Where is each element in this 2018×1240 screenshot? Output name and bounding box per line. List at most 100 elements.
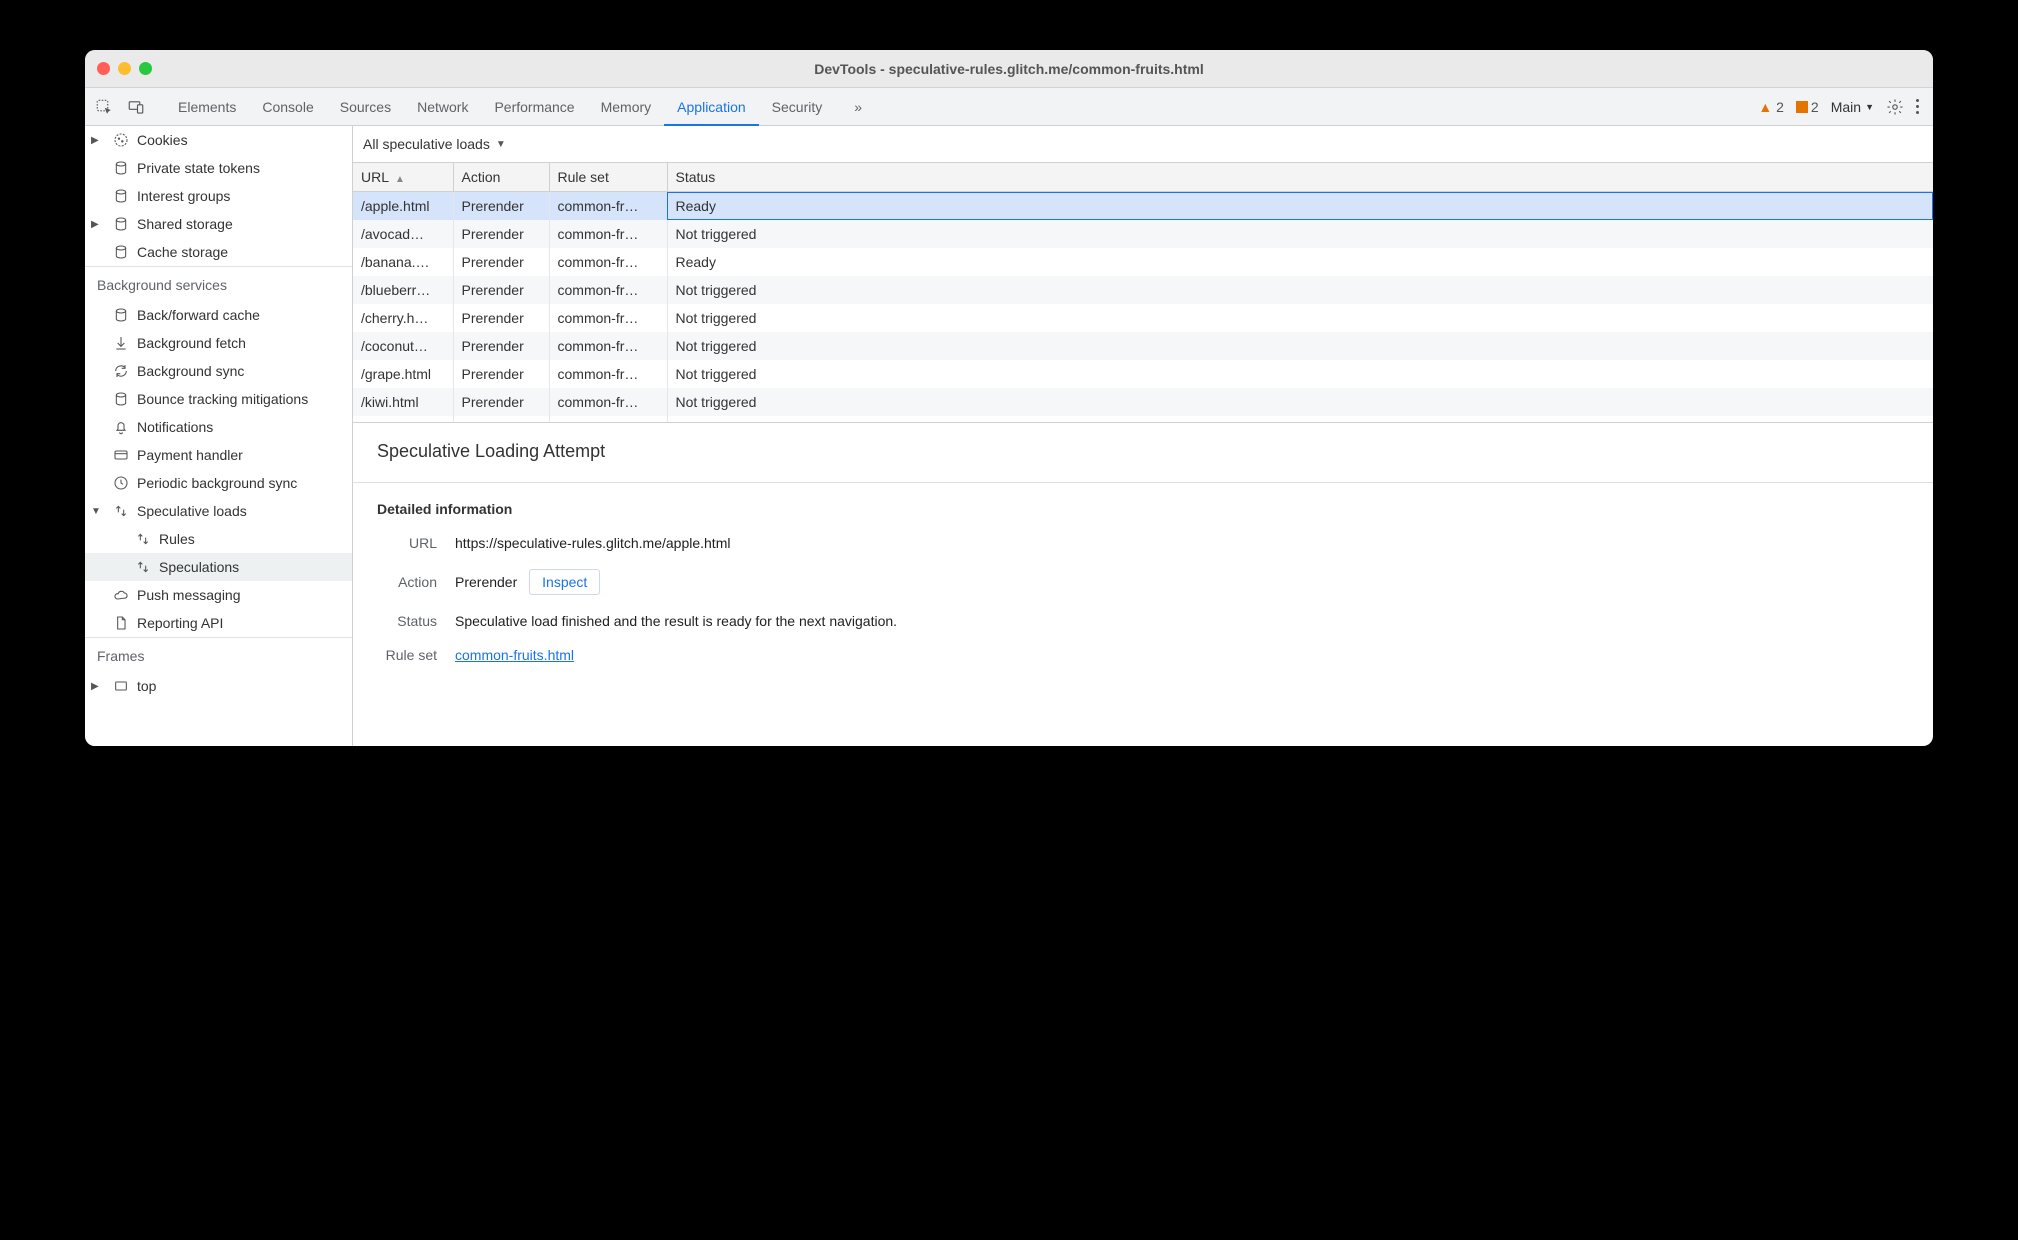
sidebar-item-bounce-tracking-mitigations[interactable]: Bounce tracking mitigations	[85, 385, 352, 413]
column-header-status[interactable]: Status	[667, 163, 1933, 192]
table-row[interactable]: /apple.htmlPrerendercommon-fr…Ready	[353, 192, 1933, 220]
panel-tab-sources[interactable]: Sources	[327, 88, 404, 126]
details-url-value: https://speculative-rules.glitch.me/appl…	[455, 535, 730, 551]
more-tabs-button[interactable]: »	[841, 88, 875, 126]
speculations-filter-dropdown[interactable]: All speculative loads ▼	[353, 126, 1933, 162]
sidebar-item-speculations[interactable]: Speculations	[85, 553, 352, 581]
sort-asc-icon: ▲	[395, 174, 405, 185]
sidebar-item-background-sync[interactable]: Background sync	[85, 357, 352, 385]
title-bar: DevTools - speculative-rules.glitch.me/c…	[85, 50, 1933, 88]
sidebar-item-label: Bounce tracking mitigations	[137, 391, 308, 407]
updown-icon	[135, 559, 151, 575]
panel-tab-application[interactable]: Application	[664, 88, 759, 126]
table-row[interactable]: /avocad…Prerendercommon-fr…Not triggered	[353, 220, 1933, 248]
panel-tab-performance[interactable]: Performance	[481, 88, 587, 126]
cell-url: /apple.html	[353, 192, 453, 220]
sidebar-item-background-fetch[interactable]: Background fetch	[85, 329, 352, 357]
cell-status: Not triggered	[667, 304, 1933, 332]
sidebar-item-back-forward-cache[interactable]: Back/forward cache	[85, 301, 352, 329]
cell-ruleset: common-fr…	[549, 416, 667, 423]
cell-action: Prerender	[453, 332, 549, 360]
sidebar-item-interest-groups[interactable]: Interest groups	[85, 182, 352, 210]
panel-tab-elements[interactable]: Elements	[165, 88, 249, 126]
sidebar-section-frames: Frames	[85, 637, 352, 672]
cell-status: Not triggered	[667, 332, 1933, 360]
sidebar-item-label: Speculations	[159, 559, 239, 575]
settings-gear-icon[interactable]	[1886, 98, 1904, 116]
cookie-icon	[113, 132, 129, 148]
device-toolbar-icon[interactable]	[127, 98, 145, 116]
details-subheading: Detailed information	[377, 501, 1909, 517]
table-row[interactable]: /banana.…Prerendercommon-fr…Ready	[353, 248, 1933, 276]
application-sidebar: Cookies Private state tokens Interest grou…	[85, 126, 353, 746]
sidebar-item-speculative-loads[interactable]: Speculative loads	[85, 497, 352, 525]
table-row[interactable]: /grape.htmlPrerendercommon-fr…Not trigge…	[353, 360, 1933, 388]
cell-action: Prerender	[453, 416, 549, 423]
kebab-menu-icon[interactable]	[1916, 99, 1919, 114]
table-row[interactable]: /coconut…Prerendercommon-fr…Not triggere…	[353, 332, 1933, 360]
sidebar-item-label: Rules	[159, 531, 195, 547]
devtools-window: DevTools - speculative-rules.glitch.me/c…	[85, 50, 1933, 746]
sidebar-item-label: Cookies	[137, 132, 188, 148]
panel-tab-console[interactable]: Console	[249, 88, 326, 126]
cell-ruleset: common-fr…	[549, 388, 667, 416]
warnings-badge[interactable]: ▲ 2	[1758, 99, 1784, 115]
panel-tab-memory[interactable]: Memory	[588, 88, 665, 126]
sidebar-item-top[interactable]: top	[85, 672, 352, 700]
inspect-element-icon[interactable]	[95, 98, 113, 116]
db-icon	[113, 391, 129, 407]
sidebar-item-periodic-background-sync[interactable]: Periodic background sync	[85, 469, 352, 497]
sidebar-item-label: Push messaging	[137, 587, 241, 603]
table-row[interactable]: /blueberr…Prerendercommon-fr…Not trigger…	[353, 276, 1933, 304]
column-header-rule-set[interactable]: Rule set	[549, 163, 667, 192]
close-window-button[interactable]	[97, 62, 110, 75]
panel-tab-network[interactable]: Network	[404, 88, 481, 126]
sidebar-item-label: Speculative loads	[137, 503, 247, 519]
sidebar-item-rules[interactable]: Rules	[85, 525, 352, 553]
table-row[interactable]: /cherry.h…Prerendercommon-fr…Not trigger…	[353, 304, 1933, 332]
cell-action: Prerender	[453, 276, 549, 304]
fullscreen-window-button[interactable]	[139, 62, 152, 75]
cell-url: /lemon.h…	[353, 416, 453, 423]
cell-ruleset: common-fr…	[549, 220, 667, 248]
sidebar-item-label: Cache storage	[137, 244, 228, 260]
sidebar-item-label: Interest groups	[137, 188, 230, 204]
sidebar-item-label: Private state tokens	[137, 160, 260, 176]
doc-icon	[113, 615, 129, 631]
cell-url: /kiwi.html	[353, 388, 453, 416]
cell-action: Prerender	[453, 220, 549, 248]
target-context-selector[interactable]: Main ▼	[1831, 99, 1874, 115]
cell-action: Prerender	[453, 192, 549, 220]
updown-icon	[135, 531, 151, 547]
cell-url: /avocad…	[353, 220, 453, 248]
sidebar-item-cookies[interactable]: Cookies	[85, 126, 352, 154]
cell-url: /coconut…	[353, 332, 453, 360]
bell-icon	[113, 419, 129, 435]
cell-status: Not triggered	[667, 360, 1933, 388]
table-row[interactable]: /kiwi.htmlPrerendercommon-fr…Not trigger…	[353, 388, 1933, 416]
minimize-window-button[interactable]	[118, 62, 131, 75]
db-icon	[113, 244, 129, 260]
sidebar-item-cache-storage[interactable]: Cache storage	[85, 238, 352, 266]
cell-status: Ready	[667, 248, 1933, 276]
cell-ruleset: common-fr…	[549, 276, 667, 304]
sidebar-item-reporting-api[interactable]: Reporting API	[85, 609, 352, 637]
cell-action: Prerender	[453, 304, 549, 332]
panel-tab-security[interactable]: Security	[759, 88, 836, 126]
column-header-action[interactable]: Action	[453, 163, 549, 192]
sidebar-item-private-state-tokens[interactable]: Private state tokens	[85, 154, 352, 182]
db-icon	[113, 216, 129, 232]
inspect-button[interactable]: Inspect	[529, 569, 600, 595]
details-ruleset-link[interactable]: common-fruits.html	[455, 647, 574, 663]
table-row[interactable]: /lemon.h…Prerendercommon-fr…Not triggere…	[353, 416, 1933, 423]
details-status-label: Status	[377, 613, 437, 629]
issues-badge[interactable]: 2	[1796, 99, 1819, 115]
updown-icon	[113, 503, 129, 519]
sidebar-item-push-messaging[interactable]: Push messaging	[85, 581, 352, 609]
sidebar-item-label: Notifications	[137, 419, 213, 435]
sidebar-item-label: Payment handler	[137, 447, 243, 463]
column-header-url[interactable]: URL▲	[353, 163, 453, 192]
sidebar-item-payment-handler[interactable]: Payment handler	[85, 441, 352, 469]
sidebar-item-notifications[interactable]: Notifications	[85, 413, 352, 441]
sidebar-item-shared-storage[interactable]: Shared storage	[85, 210, 352, 238]
